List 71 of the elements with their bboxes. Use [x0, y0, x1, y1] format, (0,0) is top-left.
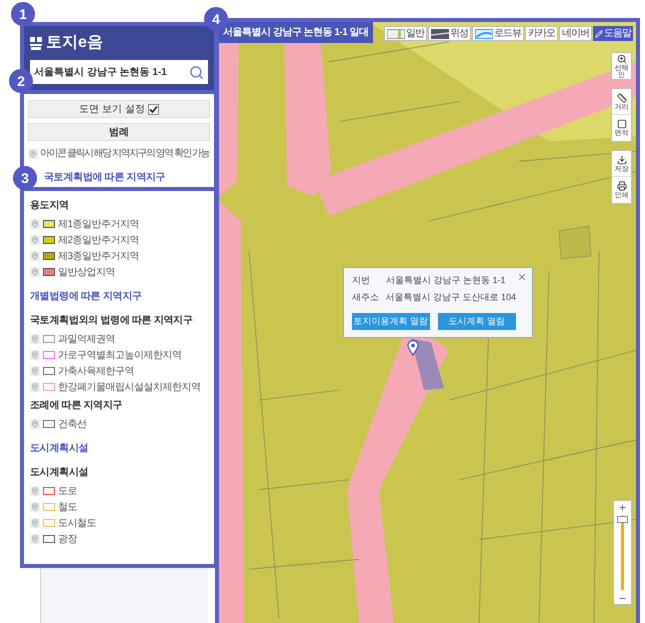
legend-label: 광장: [58, 532, 77, 546]
popup-label: 지번: [352, 274, 371, 287]
logo-text: 토지e음: [46, 33, 103, 53]
road-thumbnail-icon: [475, 28, 493, 38]
location-pin-icon: [407, 340, 419, 356]
help-button[interactable]: 도움말: [593, 26, 633, 41]
section-heading: 도시계획시설: [30, 442, 90, 456]
layer-button[interactable]: 일반: [384, 26, 427, 41]
pin-icon[interactable]: [30, 366, 40, 376]
search-field[interactable]: 서울특별시 강남구 논현동 1-1: [30, 60, 184, 84]
legend-button[interactable]: 범례: [28, 123, 210, 141]
section-heading: 국토계획법에 따른 지역지구: [44, 171, 166, 185]
search-icon: [188, 64, 204, 80]
map-title: 서울특별시 강남구 논현동 1-1 일대: [219, 22, 373, 43]
legend-label: 제3종일반주거지역: [58, 250, 140, 264]
step-number-badge: 2: [9, 69, 33, 93]
legend-label: 제1종일반주거지역: [58, 218, 140, 232]
pin-icon[interactable]: [30, 334, 40, 344]
layer-button[interactable]: 위성: [428, 26, 471, 41]
legend-label: 일반상업지역: [58, 266, 115, 280]
pin-icon[interactable]: [30, 534, 40, 544]
legend-label: 건축선: [58, 418, 86, 432]
legend-label: 철도: [58, 500, 77, 514]
layer-button[interactable]: 네이버: [559, 26, 592, 41]
legend-label: 제2종일반주거지역: [58, 234, 140, 248]
legend-label: 한강폐기물매립시설설치제한지역: [58, 380, 200, 394]
pin-icon[interactable]: [30, 419, 40, 429]
print-icon: [616, 181, 626, 191]
group-heading: 도시계획시설: [30, 466, 90, 480]
pin-icon[interactable]: [30, 350, 40, 360]
download-icon: [616, 154, 626, 164]
legend-label: 도시철도: [58, 516, 96, 530]
popup-value: 서울특별시 강남구 도산대로 104: [385, 290, 516, 304]
pin-icon[interactable]: [30, 486, 40, 496]
pin-icon[interactable]: [30, 251, 40, 261]
distance-icon: [616, 92, 626, 102]
section-heading: 개별법령에 따른 지역지구: [30, 290, 143, 304]
area-icon: [616, 119, 626, 129]
search-button[interactable]: [184, 60, 208, 84]
pin-icon[interactable]: [30, 267, 40, 277]
legend-label: 과밀억제권역: [58, 332, 115, 346]
legend-label: 가축사육제한구역: [58, 364, 134, 378]
pin-icon: [28, 148, 38, 158]
pencil-icon: [595, 30, 603, 38]
plus-icon: [618, 502, 627, 512]
pin-icon[interactable]: [30, 382, 40, 392]
layer-button[interactable]: 로드뷰: [472, 26, 524, 41]
popup-label: 새주소: [352, 290, 380, 304]
pin-icon[interactable]: [30, 235, 40, 245]
popup-value: 서울특별시 강남구 논현동 1-1: [386, 274, 506, 287]
zoom-handle[interactable]: [617, 516, 628, 523]
group-heading: 조례에 따른 지역지구: [30, 399, 124, 413]
map-thumbnail-icon: [387, 28, 405, 38]
hint-text: 아이콘 클릭시 해당 지역지구의 영역 확인 가능: [40, 147, 210, 161]
legend-label: 도로: [58, 484, 77, 498]
zoom-icon: [616, 54, 626, 64]
step-number-badge: 1: [11, 2, 35, 26]
legend-label: 가로구역별최고높이제한지역: [58, 348, 182, 362]
logo-icon: [30, 36, 42, 50]
pin-icon[interactable]: [30, 502, 40, 512]
pin-icon[interactable]: [30, 518, 40, 528]
close-icon: [517, 272, 527, 282]
close-button[interactable]: [517, 272, 527, 282]
satellite-thumbnail-icon: [431, 28, 449, 38]
group-heading: 국토계획법외의 법령에 따른 지역지구: [30, 314, 194, 328]
layer-button[interactable]: 카카오: [525, 26, 558, 41]
checkbox[interactable]: [148, 104, 159, 114]
step-number-badge: 3: [13, 166, 37, 190]
view-settings-button[interactable]: 도면 보기 설정: [28, 100, 210, 118]
group-heading: 용도지역: [30, 199, 70, 213]
pin-icon[interactable]: [30, 219, 40, 229]
